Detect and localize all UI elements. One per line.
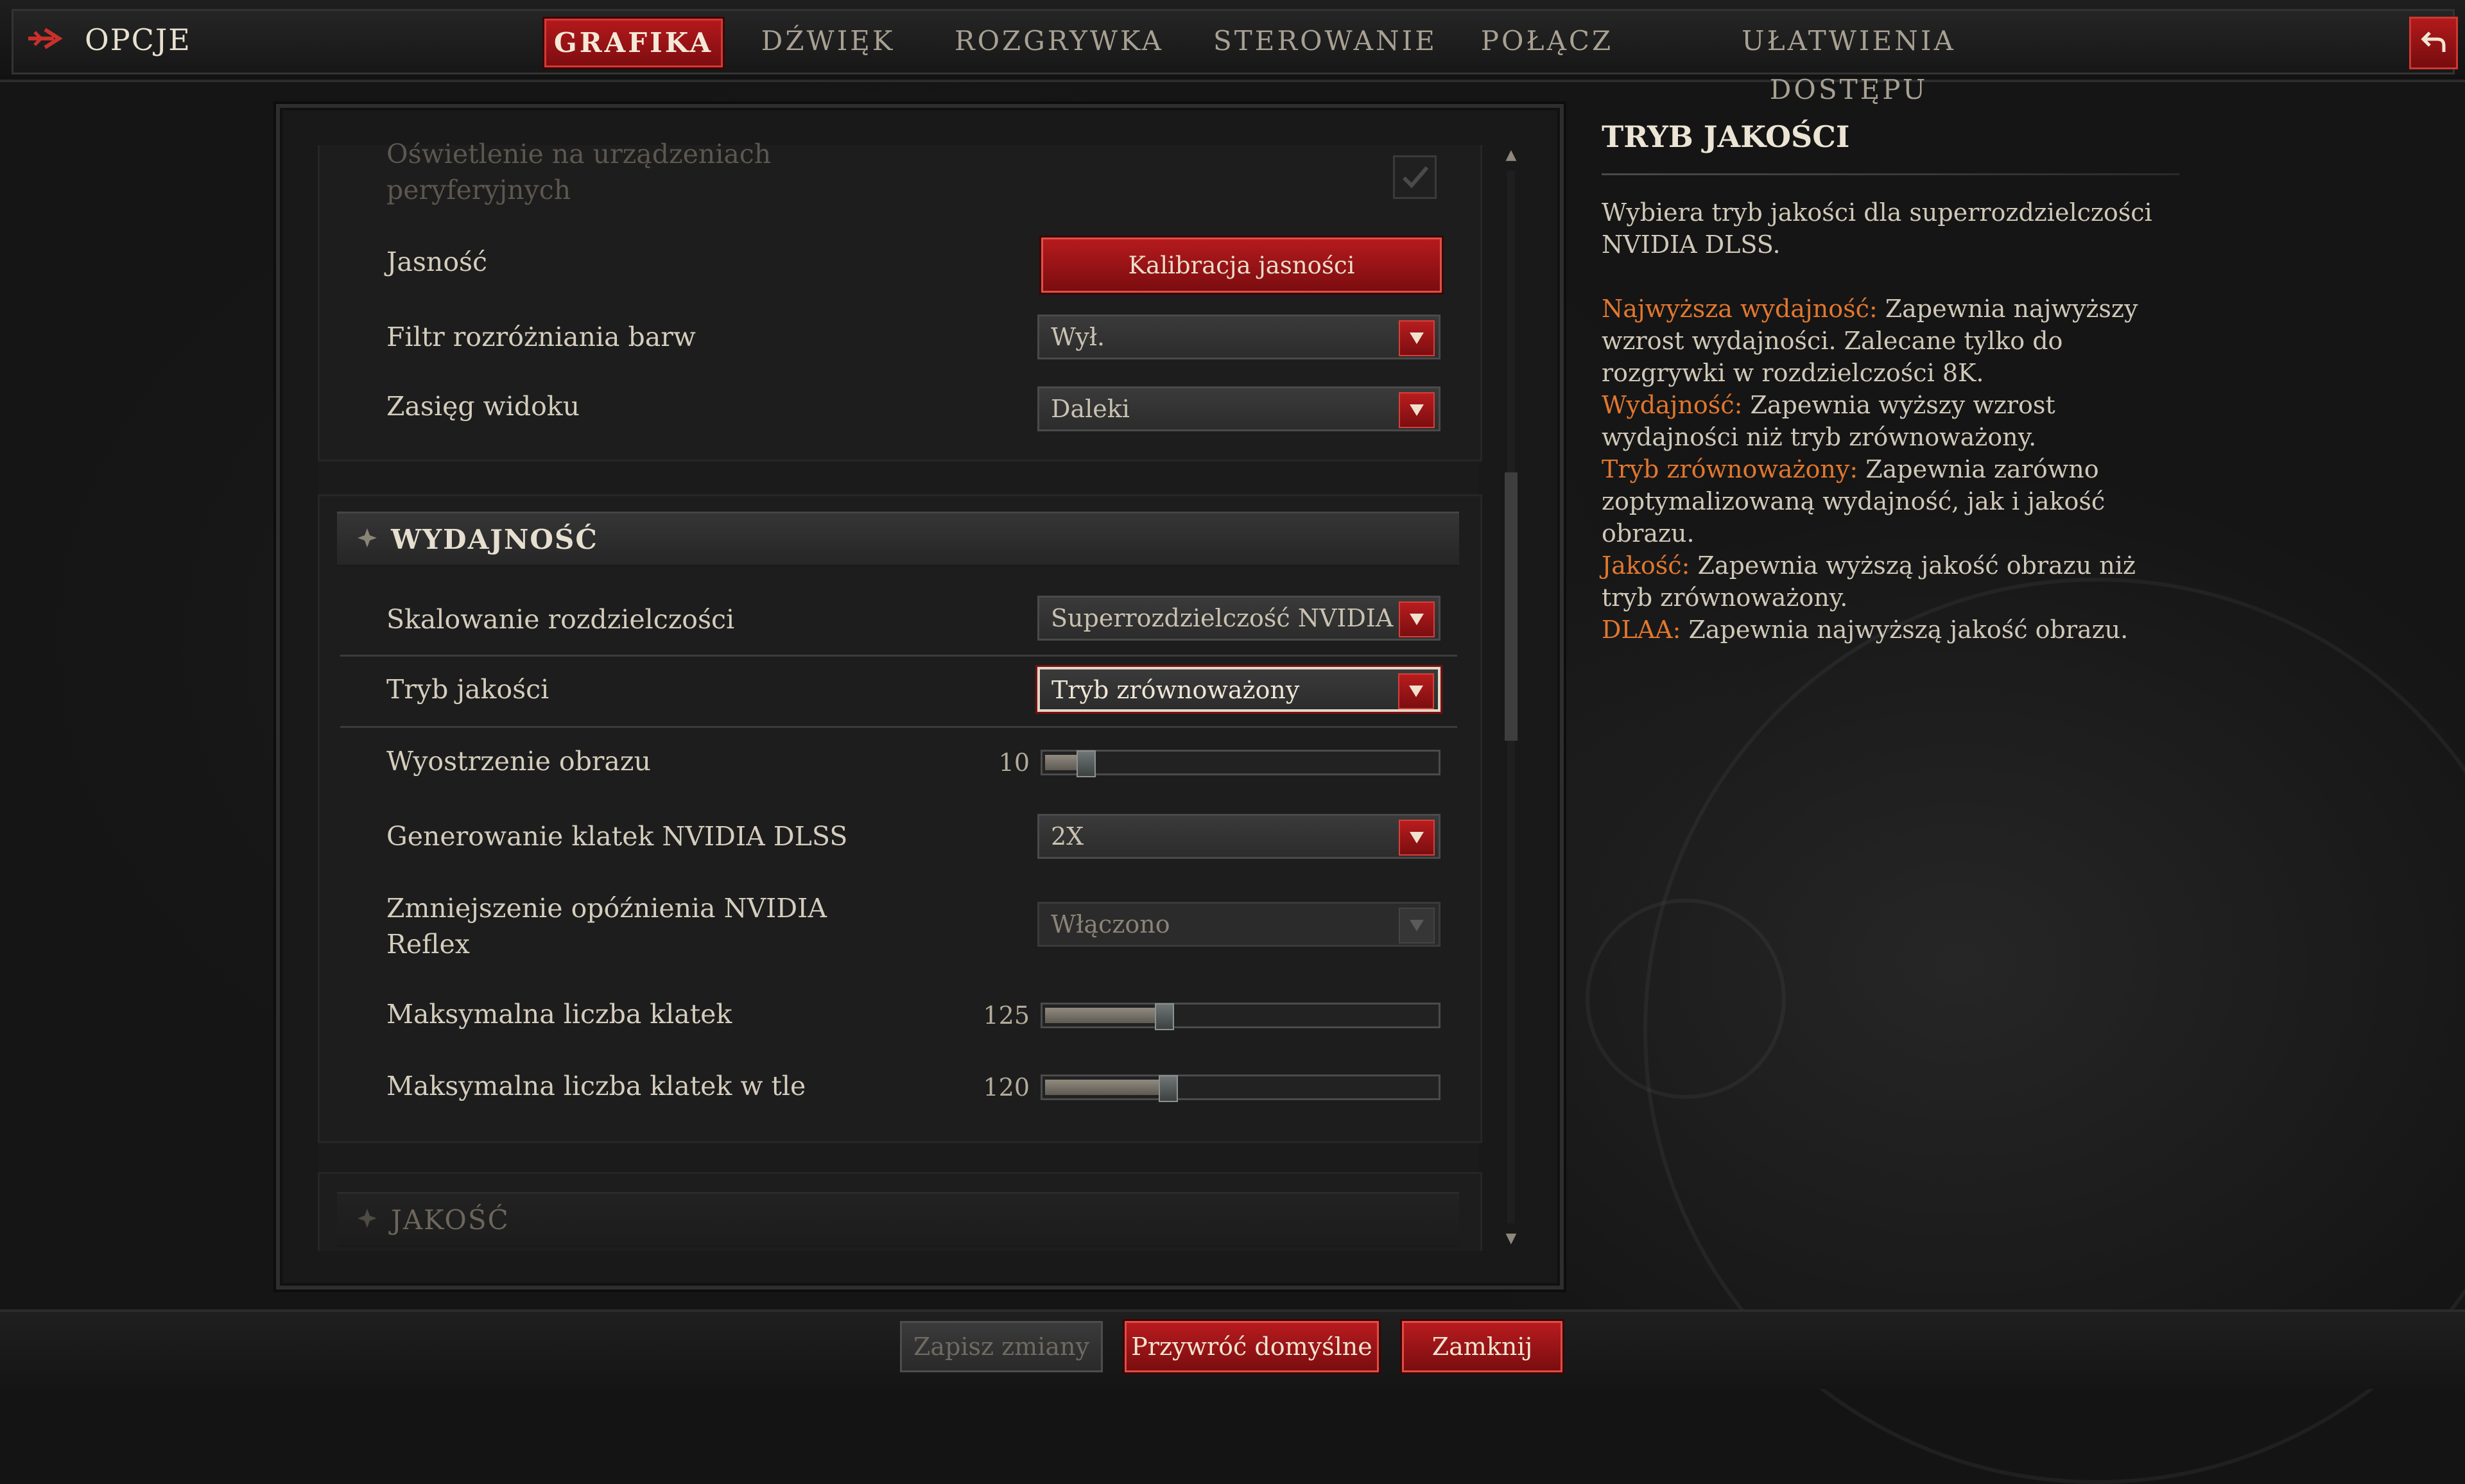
close-button[interactable]: Zamknij bbox=[1402, 1321, 1562, 1372]
view-distance-value: Daleki bbox=[1051, 395, 1130, 423]
chevron-down-icon bbox=[1399, 908, 1435, 944]
options-title: OPCJE bbox=[85, 22, 191, 57]
info-option-key: Wydajność: bbox=[1602, 391, 1743, 419]
row-highlight-top bbox=[340, 655, 1457, 657]
color-filter-dropdown[interactable]: Wył. bbox=[1037, 315, 1440, 359]
sharpening-label: Wyostrzenie obrazu bbox=[386, 746, 651, 777]
info-option-key: Najwyższa wydajność: bbox=[1602, 295, 1878, 323]
info-option: Jakość: Zapewnia wyższą jakość obrazu ni… bbox=[1602, 549, 2179, 614]
reflex-dropdown[interactable]: Włączono bbox=[1037, 902, 1440, 947]
info-intro: Wybiera tryb jakości dla superrozdzielcz… bbox=[1602, 198, 2152, 259]
info-option-key: DLAA: bbox=[1602, 616, 1681, 644]
max-fps-background-value: 120 bbox=[983, 1073, 1030, 1101]
arrow-rune-icon bbox=[26, 26, 67, 54]
quality-mode-value: Tryb zrównoważony bbox=[1051, 676, 1300, 704]
options-heading: OPCJE bbox=[26, 13, 191, 67]
color-filter-value: Wył. bbox=[1051, 323, 1105, 351]
max-fps-background-slider[interactable] bbox=[1041, 1074, 1440, 1102]
row-highlight-bottom bbox=[340, 726, 1457, 728]
tab-dzwiek[interactable]: DŹWIĘK bbox=[757, 17, 899, 65]
diamond-icon bbox=[356, 527, 378, 551]
brightness-label: Jasność bbox=[386, 246, 488, 277]
max-fps-label: Maksymalna liczba klatek bbox=[386, 999, 732, 1030]
quality-mode-label: Tryb jakości bbox=[386, 674, 549, 705]
info-divider bbox=[1602, 173, 2179, 175]
scroll-down-icon[interactable]: ▼ bbox=[1502, 1229, 1520, 1249]
scroll-up-icon[interactable]: ▲ bbox=[1502, 145, 1520, 166]
calibrate-brightness-button[interactable]: Kalibracja jasności bbox=[1041, 237, 1442, 293]
restore-defaults-button[interactable]: Przywróć domyślne bbox=[1125, 1321, 1379, 1372]
performance-section-header: WYDAJNOŚĆ bbox=[337, 512, 1459, 567]
tab-sterowanie[interactable]: STEROWANIE bbox=[1213, 17, 1435, 65]
info-option: Najwyższa wydajność: Zapewnia najwyższy … bbox=[1602, 293, 2179, 389]
max-fps-background-label: Maksymalna liczba klatek w tle bbox=[386, 1071, 806, 1101]
info-option: Wydajność: Zapewnia wyższy wzrost wydajn… bbox=[1602, 389, 2179, 453]
quality-section-title: JAKOŚĆ bbox=[391, 1204, 510, 1236]
reflex-label: Zmniejszenie opóźnienia NVIDIA Reflex bbox=[386, 890, 827, 962]
sharpening-value: 10 bbox=[998, 748, 1030, 777]
rune-circle-decoration-small bbox=[1586, 899, 1786, 1099]
diamond-icon bbox=[356, 1207, 378, 1232]
slider-thumb[interactable] bbox=[1159, 1075, 1178, 1102]
reflex-value: Włączono bbox=[1051, 910, 1170, 938]
color-filter-label: Filtr rozróżniania barw bbox=[386, 322, 696, 352]
resolution-scaling-dropdown[interactable]: Superrozdzielczość NVIDIA DLSS bbox=[1037, 596, 1440, 641]
chevron-down-icon bbox=[1399, 601, 1435, 637]
slider-fill bbox=[1045, 1080, 1166, 1095]
resolution-scaling-label: Skalowanie rozdzielczości bbox=[386, 604, 735, 635]
checkmark-icon bbox=[1395, 166, 1435, 200]
peripheral-lighting-label: Oświetlenie na urządzeniach peryferyjnyc… bbox=[386, 139, 772, 205]
tab-polacz[interactable]: POŁĄCZ bbox=[1476, 17, 1618, 65]
chevron-down-icon bbox=[1399, 820, 1435, 856]
slider-thumb[interactable] bbox=[1155, 1003, 1174, 1030]
tab-ulatwienia-dostepu[interactable]: UŁATWIENIA DOSTĘPU bbox=[1669, 17, 2028, 105]
info-option: Tryb zrównoważony: Zapewnia zarówno zopt… bbox=[1602, 453, 2179, 549]
quality-mode-dropdown[interactable]: Tryb zrównoważony bbox=[1037, 667, 1440, 712]
chevron-down-icon bbox=[1399, 320, 1435, 356]
frame-generation-dropdown[interactable]: 2X bbox=[1037, 814, 1440, 859]
peripheral-lighting-checkbox[interactable] bbox=[1393, 155, 1437, 199]
tab-rozgrywka[interactable]: ROZGRYWKA bbox=[950, 17, 1168, 65]
settings-scrollbar[interactable]: ▲ ▼ bbox=[1502, 145, 1520, 1249]
chevron-down-icon bbox=[1398, 673, 1434, 709]
info-option-text: Zapewnia najwyższą jakość obrazu. bbox=[1681, 616, 2129, 644]
back-button[interactable] bbox=[2409, 17, 2458, 69]
slider-fill bbox=[1045, 1008, 1163, 1023]
frame-generation-label: Generowanie klatek NVIDIA DLSS bbox=[386, 821, 848, 852]
reflex-label-line1: Zmniejszenie opóźnienia NVIDIA bbox=[386, 893, 827, 924]
resolution-scaling-value: Superrozdzielczość NVIDIA DLSS bbox=[1051, 604, 1397, 632]
quality-section-header[interactable]: JAKOŚĆ bbox=[337, 1192, 1459, 1247]
info-title: TRYB JAKOŚCI bbox=[1602, 119, 1850, 154]
info-description: Wybiera tryb jakości dla superrozdzielcz… bbox=[1602, 196, 2179, 646]
performance-section-title: WYDAJNOŚĆ bbox=[391, 523, 598, 555]
info-option: DLAA: Zapewnia najwyższą jakość obrazu. bbox=[1602, 614, 2179, 646]
reflex-label-line2: Reflex bbox=[386, 929, 470, 960]
max-fps-value: 125 bbox=[983, 1001, 1030, 1030]
slider-thumb[interactable] bbox=[1077, 750, 1096, 777]
view-distance-dropdown[interactable]: Daleki bbox=[1037, 386, 1440, 431]
tab-grafika[interactable]: GRAFIKA bbox=[542, 17, 725, 69]
view-distance-label: Zasięg widoku bbox=[386, 391, 580, 422]
back-arrow-icon bbox=[2419, 28, 2448, 58]
frame-generation-value: 2X bbox=[1051, 822, 1084, 850]
info-option-key: Jakość: bbox=[1602, 551, 1690, 580]
max-fps-slider[interactable] bbox=[1041, 1003, 1440, 1030]
chevron-down-icon bbox=[1399, 392, 1435, 428]
sharpening-slider[interactable] bbox=[1041, 750, 1440, 777]
scroll-thumb[interactable] bbox=[1505, 472, 1518, 741]
info-option-key: Tryb zrównoważony: bbox=[1602, 455, 1858, 483]
save-changes-button[interactable]: Zapisz zmiany bbox=[900, 1321, 1103, 1372]
